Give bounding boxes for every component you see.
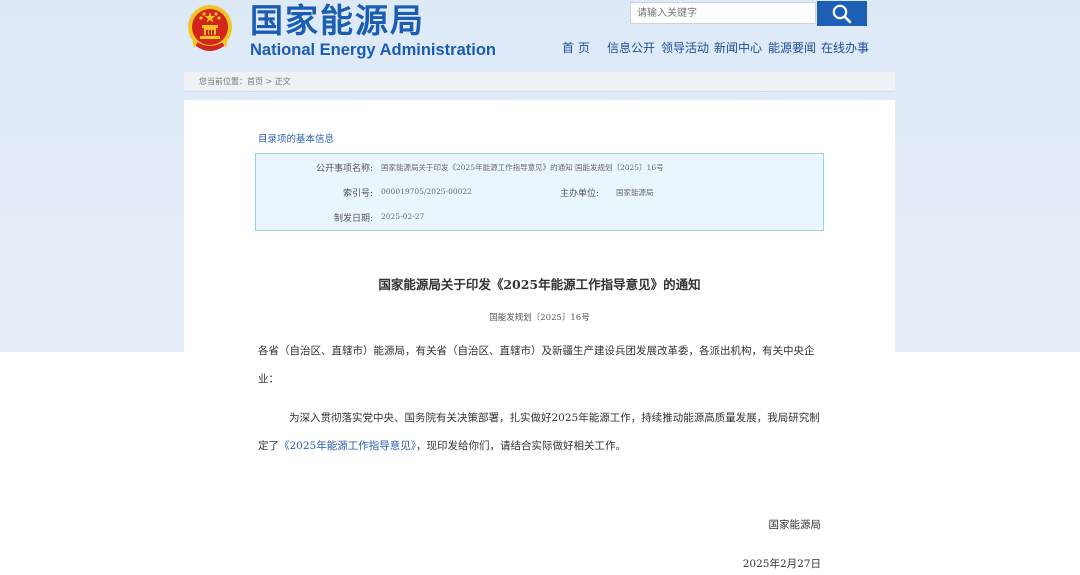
document-number: 国能发规划〔2025〕16号 bbox=[489, 313, 590, 323]
guidance-document-link[interactable]: 《2025年能源工作指导意见》 bbox=[279, 440, 416, 452]
info-heading: 目录项的基本信息 bbox=[258, 134, 335, 145]
signature-organization: 国家能源局 bbox=[768, 519, 822, 531]
content-panel: 目录项的基本信息 公开事项名称: 国家能源局关于印发《2025年能源工作指导意见… bbox=[184, 100, 895, 575]
nav-item-home[interactable]: 首 页 bbox=[562, 40, 607, 56]
info-date-label: 制发日期: bbox=[333, 214, 373, 224]
nav-item-news-center[interactable]: 新闻中心 bbox=[714, 40, 768, 56]
paragraph-2-text-after: ，现印发给你们，请结合实际做好相关工作。 bbox=[415, 440, 626, 452]
info-index-label: 索引号: bbox=[342, 189, 373, 199]
nav-item-leadership[interactable]: 领导活动 bbox=[661, 40, 714, 56]
info-name-label: 公开事项名称: bbox=[315, 164, 373, 174]
search-icon bbox=[832, 4, 852, 23]
site-title-cn: 国家能源局 bbox=[250, 1, 425, 40]
info-date-value: 2025-02-27 bbox=[381, 212, 425, 221]
document-paragraph-1: 各省（自治区、直辖市）能源局，有关省（自治区、直辖市）及新疆生产建设兵团发展改革… bbox=[258, 345, 815, 385]
breadcrumb-separator: > bbox=[263, 77, 275, 86]
info-name-value: 国家能源局关于印发《2025年能源工作指导意见》的通知 国能发规划〔2025〕1… bbox=[381, 163, 664, 172]
site-title-en: National Energy Administration bbox=[250, 41, 497, 59]
document-title: 国家能源局关于印发《2025年能源工作指导意见》的通知 bbox=[378, 277, 701, 292]
info-org-value: 国家能源局 bbox=[616, 188, 654, 197]
info-box: 公开事项名称: 国家能源局关于印发《2025年能源工作指导意见》的通知 国能发规… bbox=[255, 153, 824, 231]
breadcrumb-home[interactable]: 首页 bbox=[247, 77, 263, 86]
breadcrumb-current: 正文 bbox=[274, 77, 291, 86]
national-emblem-icon bbox=[188, 5, 232, 51]
breadcrumb-prefix: 您当前位置： bbox=[199, 77, 247, 86]
nav-item-online-services[interactable]: 在线办事 bbox=[821, 40, 871, 56]
main-nav: 首 页 信息公开 领导活动 新闻中心 能源要闻 在线办事 bbox=[562, 40, 871, 56]
info-org-label: 主办单位: bbox=[560, 189, 600, 199]
signature-date: 2025年2月27日 bbox=[742, 558, 821, 570]
info-index-value: 000019705/2025-00022 bbox=[381, 187, 472, 196]
search-input[interactable] bbox=[630, 2, 816, 24]
search-button[interactable] bbox=[817, 1, 867, 26]
nav-item-energy-news[interactable]: 能源要闻 bbox=[768, 40, 821, 56]
document-paragraph-2: 为深入贯彻落实党中央、国务院有关决策部署，扎实做好2025年能源工作，持续推动能… bbox=[258, 404, 824, 460]
breadcrumb: 您当前位置：首页 > 正文 bbox=[184, 72, 895, 92]
nav-item-info-disclosure[interactable]: 信息公开 bbox=[607, 40, 661, 56]
